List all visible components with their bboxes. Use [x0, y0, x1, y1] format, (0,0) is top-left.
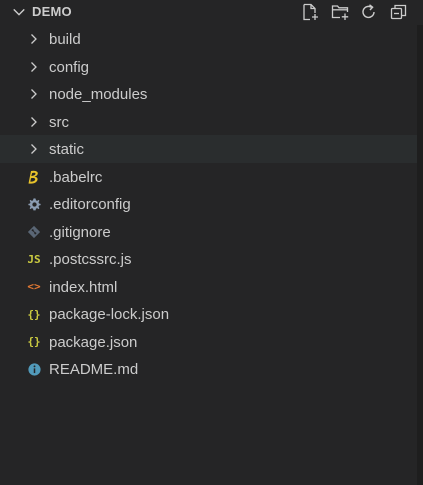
tree-item-src[interactable]: src	[0, 108, 417, 136]
chevron-right-icon	[26, 114, 42, 130]
javascript-icon: JS	[27, 252, 41, 266]
tree-item-label: static	[49, 141, 85, 158]
tree-item-readme[interactable]: README.md	[0, 355, 417, 383]
chevron-right-icon	[26, 86, 42, 102]
info-icon	[26, 361, 42, 377]
new-file-button[interactable]	[301, 3, 319, 21]
tree-item-static[interactable]: static	[0, 135, 417, 163]
tree-item-label: build	[49, 31, 81, 48]
tree-item-label: README.md	[49, 361, 139, 378]
collapse-all-button[interactable]	[390, 3, 408, 21]
explorer-title: DEMO	[32, 4, 72, 19]
tree-item-label: .babelrc	[49, 168, 103, 186]
tree-item-node-modules[interactable]: node_modules	[0, 80, 417, 108]
tree-item-label: node_modules	[49, 86, 148, 103]
chevron-right-icon	[26, 141, 42, 157]
tree-item-gitignore[interactable]: .gitignore	[0, 218, 417, 246]
json-icon: {}	[27, 335, 41, 348]
new-folder-icon	[331, 5, 349, 20]
tree-item-label: .gitignore	[49, 223, 111, 241]
new-file-icon	[303, 3, 318, 21]
tree-item-config[interactable]: config	[0, 53, 417, 81]
refresh-button[interactable]	[360, 3, 378, 21]
html-icon: <>	[27, 280, 41, 293]
new-folder-button[interactable]	[331, 3, 349, 21]
git-icon	[26, 224, 42, 240]
tree-item-label: config	[49, 58, 90, 76]
refresh-icon	[362, 4, 375, 19]
babel-icon	[26, 169, 42, 185]
tree-item-label: .editorconfig	[49, 196, 131, 213]
tree-item-editorconfig[interactable]: .editorconfig	[0, 190, 417, 218]
tree-item-label: package.json	[49, 333, 138, 351]
tree-item-package-json[interactable]: {} package.json	[0, 328, 417, 356]
tree-item-babelrc[interactable]: .babelrc	[0, 163, 417, 191]
tree-item-label: .postcssrc.js	[49, 251, 132, 268]
collapse-all-icon	[390, 4, 407, 20]
tree-item-label: src	[49, 113, 69, 131]
explorer-section-header[interactable]: DEMO	[0, 0, 423, 24]
chevron-right-icon	[26, 59, 42, 75]
tree-item-build[interactable]: build	[0, 25, 417, 53]
json-icon: {}	[27, 307, 41, 321]
chevron-right-icon	[26, 31, 42, 47]
scrollbar-track[interactable]	[417, 25, 423, 485]
tree-item-index-html[interactable]: <> index.html	[0, 273, 417, 301]
gear-icon	[26, 196, 42, 212]
tree-item-package-lock-json[interactable]: {} package-lock.json	[0, 300, 417, 328]
tree-item-label: package-lock.json	[49, 306, 170, 323]
chevron-down-icon	[12, 5, 26, 19]
tree-item-postcssrc[interactable]: JS .postcssrc.js	[0, 245, 417, 273]
file-tree: build config node_modules src static .ba…	[0, 25, 417, 383]
tree-item-label: index.html	[49, 278, 118, 296]
